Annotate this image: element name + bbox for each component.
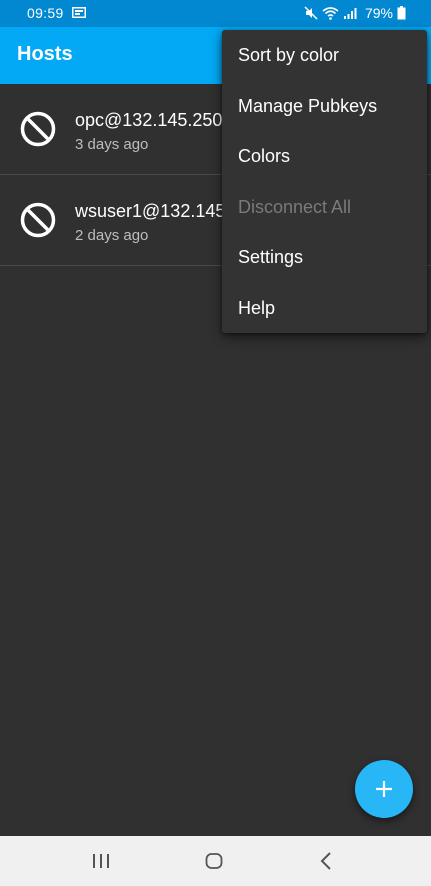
menu-item-sort-by-color[interactable]: Sort by color xyxy=(222,30,427,81)
page-title: Hosts xyxy=(17,43,73,65)
host-last-connected: 2 days ago xyxy=(75,227,149,244)
battery-percent: 79% xyxy=(364,5,393,21)
disconnected-icon xyxy=(20,202,56,238)
menu-item-disconnect-all: Disconnect All xyxy=(238,196,352,217)
recents-icon[interactable] xyxy=(92,853,110,869)
disconnected-icon xyxy=(20,111,56,147)
plus-icon xyxy=(376,781,392,797)
screen-record-icon xyxy=(72,7,86,18)
status-icons: 79% xyxy=(304,4,406,22)
host-name: wsuser1@132.145 xyxy=(75,201,226,221)
menu-item-manage-pubkeys[interactable]: Manage Pubkeys xyxy=(222,81,427,132)
mute-icon xyxy=(304,6,318,20)
back-icon[interactable] xyxy=(320,852,332,870)
signal-icon xyxy=(343,8,357,19)
menu-item-settings[interactable]: Settings xyxy=(222,232,427,283)
system-nav-bar xyxy=(0,836,431,886)
host-last-connected: 3 days ago xyxy=(75,136,149,153)
menu-item-colors[interactable]: Colors xyxy=(222,131,427,182)
overflow-menu: Sort by color Manage Pubkeys Colors Disc… xyxy=(222,30,427,333)
battery-icon xyxy=(397,6,406,20)
wifi-icon xyxy=(322,7,339,20)
menu-item-help[interactable]: Help xyxy=(222,283,427,334)
host-name: opc@132.145.250 xyxy=(75,110,223,130)
home-icon[interactable] xyxy=(205,853,223,869)
status-bar: 09:59 79% xyxy=(0,0,431,27)
add-host-button[interactable] xyxy=(355,760,413,818)
status-time: 09:59 xyxy=(27,5,64,21)
